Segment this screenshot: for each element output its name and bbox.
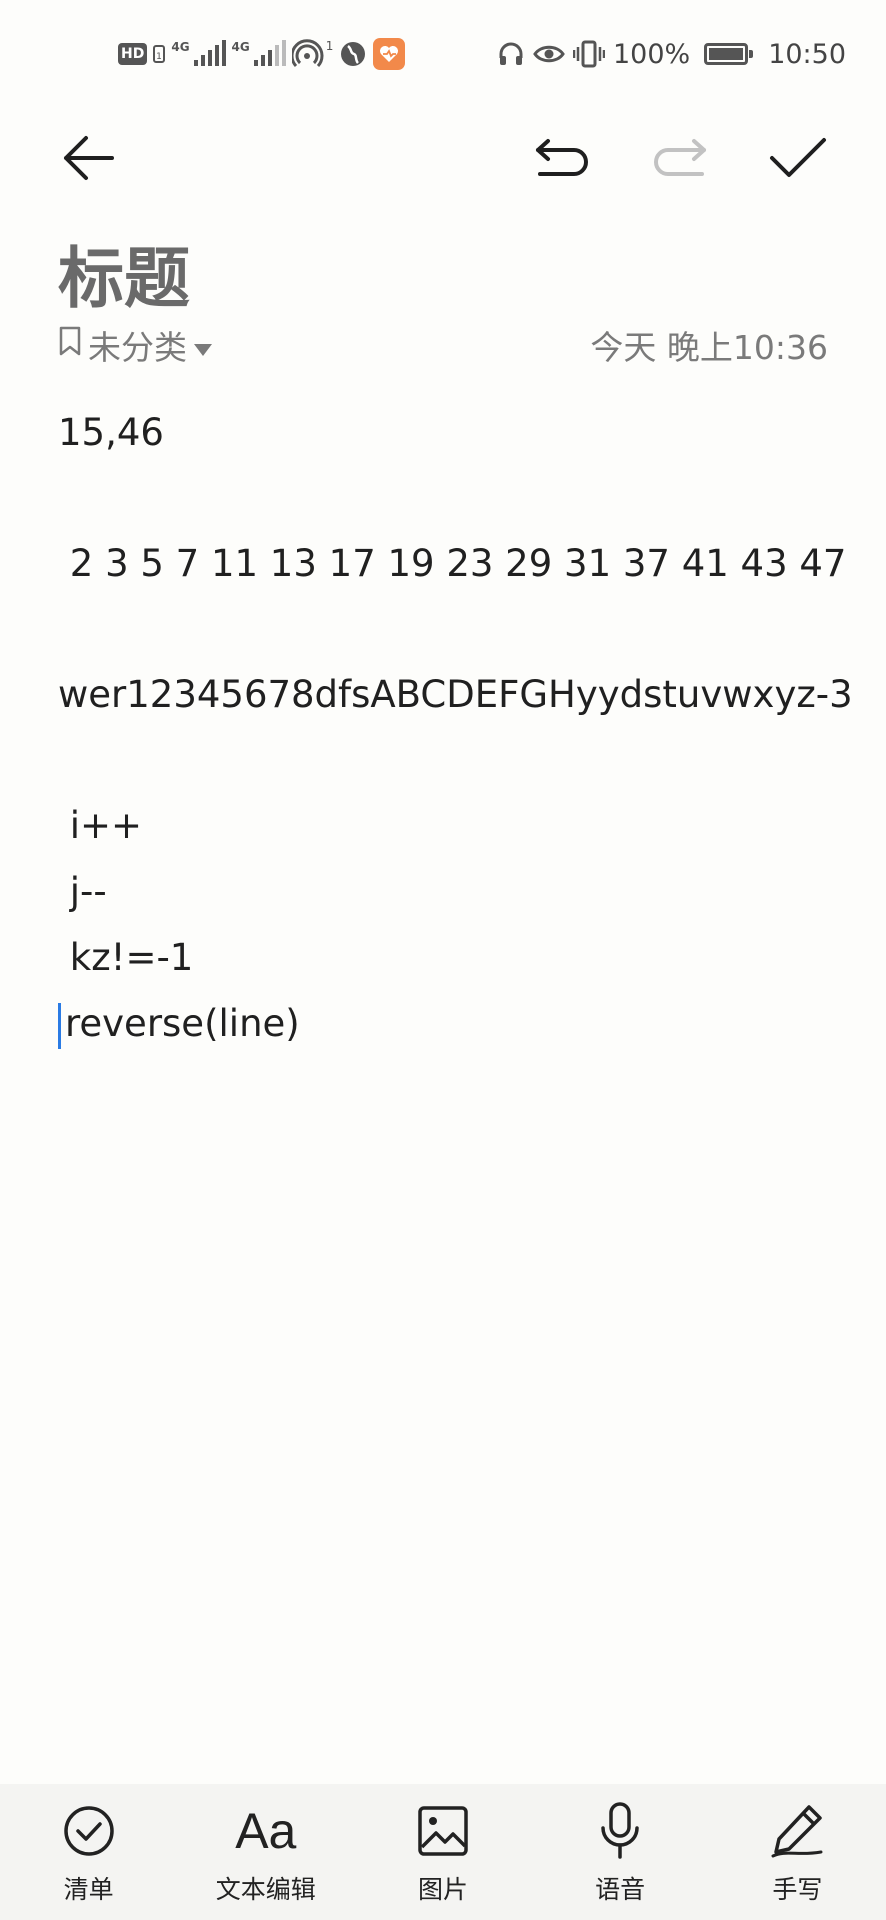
status-time: 10:50 [768, 38, 846, 70]
svg-text:1: 1 [156, 52, 162, 62]
hd-voice-icon: HD [118, 43, 148, 65]
globe-icon [339, 40, 367, 68]
network-type-label-1: 4G [171, 40, 190, 54]
text-cursor [58, 1002, 61, 1049]
eye-comfort-icon [533, 42, 565, 66]
undo-icon [534, 138, 590, 182]
category-label: 未分类 [88, 328, 187, 367]
checklist-icon [63, 1802, 115, 1860]
text-format-icon: Aa [235, 1802, 296, 1860]
note-line-text: reverse(line) [65, 1002, 300, 1045]
status-bar-left: HD 1 4G 4G 1 [118, 34, 406, 74]
confirm-button[interactable] [766, 128, 830, 192]
handwrite-button[interactable]: 手写 [722, 1784, 872, 1906]
text-format-glyph: Aa [235, 1803, 297, 1859]
image-icon [417, 1802, 469, 1860]
note-line-blank [58, 466, 848, 531]
voice-label: 语音 [595, 1875, 646, 1904]
note-line-with-cursor: reverse(line) [58, 991, 848, 1057]
checklist-button[interactable]: 清单 [14, 1784, 164, 1906]
image-button[interactable]: 图片 [368, 1784, 518, 1906]
vibrate-icon [572, 40, 605, 68]
note-timestamp: 今天 晚上10:36 [590, 328, 828, 367]
note-line-blank [58, 728, 848, 793]
caret-down-icon [193, 326, 213, 365]
signal-strength-icon-2: 4G [232, 40, 286, 68]
note-line: i++ [58, 804, 143, 847]
note-meta-row: 未分类 今天 晚上10:36 [58, 320, 828, 370]
bookmark-icon [58, 325, 82, 365]
battery-icon [704, 43, 754, 65]
arrow-left-icon [60, 133, 116, 187]
network-type-label-2: 4G [231, 40, 250, 54]
note-line: j-- [58, 870, 107, 913]
note-line: kz!=-1 [58, 936, 194, 979]
redo-icon [652, 138, 708, 182]
sim-icon: 1 [153, 44, 166, 64]
checklist-label: 清单 [63, 1875, 114, 1904]
back-button[interactable] [56, 128, 120, 192]
undo-button[interactable] [530, 128, 594, 192]
pen-icon [769, 1802, 825, 1860]
text-edit-label: 文本编辑 [215, 1875, 316, 1904]
status-bar-right: 100% 10:50 [497, 34, 846, 74]
hotspot-count: 1 [325, 39, 334, 53]
redo-button[interactable] [648, 128, 712, 192]
battery-percentage: 100% [612, 38, 691, 70]
hotspot-icon: 1 [291, 39, 334, 69]
bottom-action-bar: 清单 Aa 文本编辑 图片 语音 手写 [0, 1784, 886, 1920]
signal-strength-icon-1: 4G [171, 40, 226, 68]
note-line-blank [58, 597, 848, 662]
image-label: 图片 [417, 1875, 468, 1904]
health-app-icon [373, 38, 406, 70]
note-line: 15,46 [58, 411, 164, 454]
check-icon [769, 136, 827, 184]
handwrite-label: 手写 [772, 1875, 823, 1904]
note-line: wer12345678dfsABCDEFGHyydstuvwxyz-3 [58, 673, 853, 716]
text-edit-button[interactable]: Aa 文本编辑 [191, 1784, 341, 1906]
microphone-icon [598, 1802, 642, 1860]
headphones-icon [497, 40, 525, 68]
note-title[interactable]: 标题 [58, 225, 190, 321]
note-line: 2 3 5 7 11 13 17 19 23 29 31 37 41 43 47 [58, 542, 847, 585]
status-bar: HD 1 4G 4G 1 100% 10:50 [0, 0, 886, 110]
voice-button[interactable]: 语音 [545, 1784, 695, 1906]
editor-toolbar [0, 110, 886, 210]
category-selector[interactable]: 未分类 [58, 321, 213, 369]
note-body[interactable]: 15,46 2 3 5 7 11 13 17 19 23 29 31 37 41… [58, 400, 853, 1057]
